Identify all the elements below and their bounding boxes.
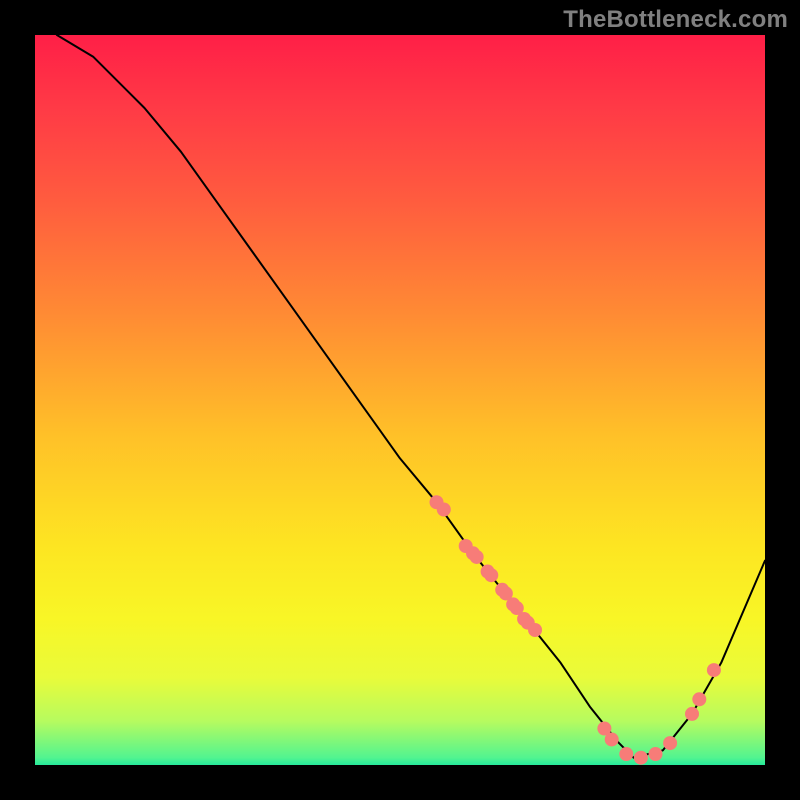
sample-point (663, 736, 677, 750)
sample-point (528, 623, 542, 637)
sample-point (605, 732, 619, 746)
sample-point (619, 747, 633, 761)
bottleneck-curve (57, 35, 765, 758)
watermark-text: TheBottleneck.com (563, 6, 788, 34)
sample-point (484, 568, 498, 582)
sample-point (685, 707, 699, 721)
sample-point (707, 663, 721, 677)
sample-point (470, 550, 484, 564)
chart-container: TheBottleneck.com (0, 0, 800, 800)
sample-point (649, 747, 663, 761)
plot-area (35, 35, 765, 765)
sample-point (634, 751, 648, 765)
chart-svg (35, 35, 765, 765)
sample-point (437, 503, 451, 517)
sample-point (692, 692, 706, 706)
